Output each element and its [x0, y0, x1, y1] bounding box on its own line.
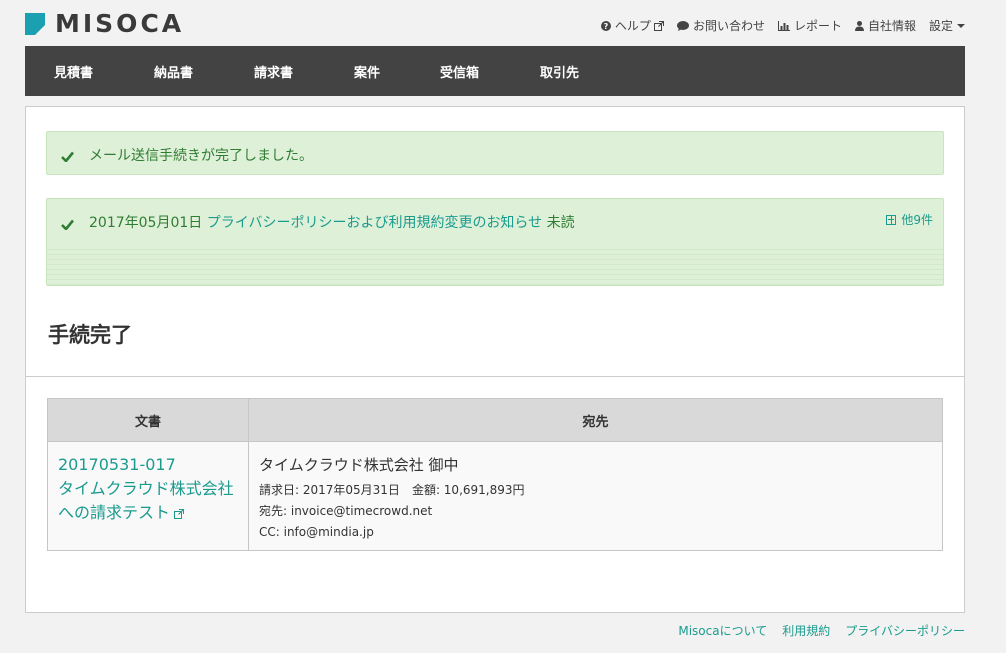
external-link-icon	[174, 502, 185, 526]
footer-link-terms[interactable]: 利用規約	[782, 622, 830, 639]
top-links: ? ヘルプ お問い合わせ レポート 自社情報 設定	[588, 17, 965, 34]
table-row: 20170531-017 タイムクラウド株式会社 への請求テスト タイムクラウド…	[47, 441, 943, 551]
invoice-date: 請求日: 2017年05月31日	[259, 483, 400, 497]
document-cell: 20170531-017 タイムクラウド株式会社 への請求テスト	[47, 441, 249, 551]
bar-chart-icon	[777, 20, 790, 31]
recipient-email: 宛先: invoice@timecrowd.net	[259, 504, 433, 518]
contact-link[interactable]: お問い合わせ	[676, 17, 765, 34]
external-link-icon	[653, 20, 664, 31]
settings-label: 設定	[928, 19, 953, 33]
success-message: メール送信手続きが完了しました。	[89, 148, 313, 164]
news-alert: 2017年05月01日 プライバシーポリシーおよび利用規約変更のお知らせ 未読 …	[46, 198, 944, 286]
settings-dropdown[interactable]: 設定	[929, 17, 965, 34]
svg-text:?: ?	[604, 22, 609, 31]
news-date: 2017年05月01日	[89, 215, 203, 231]
news-item: 2017年05月01日 プライバシーポリシーおよび利用規約変更のお知らせ 未読	[89, 212, 575, 232]
news-title-link[interactable]: プライバシーポリシーおよび利用規約変更のお知らせ	[207, 215, 542, 231]
check-icon	[61, 215, 75, 234]
invoice-amount: 金額: 10,691,893円	[411, 483, 525, 497]
caret-down-icon	[957, 23, 965, 28]
cc-email: CC: info@mindia.jp	[259, 525, 374, 539]
divider	[26, 376, 964, 377]
more-news-toggle[interactable]: 他9件	[886, 211, 933, 228]
report-label: レポート	[793, 19, 842, 33]
misoca-logo-icon	[25, 13, 45, 35]
recipient-cell: タイムクラウド株式会社 御中 請求日: 2017年05月31日 金額: 10,69…	[248, 441, 943, 551]
nav-item-inbox[interactable]: 受信箱	[440, 62, 479, 81]
help-link[interactable]: ? ヘルプ	[600, 17, 664, 34]
nav-item-estimates[interactable]: 見積書	[54, 62, 93, 81]
company-info-label: 自社情報	[867, 19, 916, 33]
nav-item-delivery-notes[interactable]: 納品書	[154, 62, 193, 81]
footer-links: Misocaについて 利用規約 プライバシーポリシー	[663, 622, 965, 639]
result-table: 文書 宛先 20170531-017 タイムクラウド株式会社 への請求テスト タ…	[47, 398, 943, 551]
company-info-link[interactable]: 自社情報	[854, 17, 916, 34]
nav-item-invoices[interactable]: 請求書	[254, 62, 293, 81]
user-icon	[854, 20, 864, 31]
main-panel: メール送信手続きが完了しました。 2017年05月01日 プライバシーポリシーお…	[25, 106, 965, 613]
logo[interactable]: MISOCA	[25, 9, 185, 38]
help-icon: ?	[600, 20, 611, 31]
plus-square-icon	[886, 214, 897, 225]
footer-link-about[interactable]: Misocaについて	[678, 622, 767, 639]
brand-name: MISOCA	[55, 9, 185, 38]
help-label: ヘルプ	[614, 19, 651, 33]
success-alert: メール送信手続きが完了しました。	[46, 131, 944, 175]
more-news-label: 他9件	[901, 213, 933, 227]
document-title-line-1: タイムクラウド株式会社	[58, 479, 234, 498]
check-icon	[61, 147, 75, 166]
nav-item-clients[interactable]: 取引先	[540, 62, 579, 81]
chat-icon	[676, 20, 689, 31]
recipient-name: タイムクラウド株式会社 御中	[259, 456, 459, 474]
column-header-document: 文書	[47, 398, 249, 442]
main-nav: 見積書 納品書 請求書 案件 受信箱 取引先	[25, 46, 965, 96]
contact-label: お問い合わせ	[692, 19, 765, 33]
nav-item-projects[interactable]: 案件	[354, 62, 380, 81]
news-list-collapsed	[47, 245, 943, 285]
invoice-meta: 請求日: 2017年05月31日 金額: 10,691,893円	[259, 480, 932, 501]
document-title-line-2: への請求テスト	[58, 503, 171, 522]
footer-link-privacy[interactable]: プライバシーポリシー	[845, 622, 965, 639]
report-link[interactable]: レポート	[777, 17, 842, 34]
header: MISOCA ? ヘルプ お問い合わせ レポート 自社情報 設定	[25, 10, 965, 40]
document-number: 20170531-017	[58, 455, 176, 474]
page-title: 手続完了	[48, 323, 132, 347]
column-header-recipient: 宛先	[248, 398, 943, 442]
document-link[interactable]: 20170531-017 タイムクラウド株式会社 への請求テスト	[58, 453, 238, 526]
news-status: 未読	[546, 215, 575, 231]
